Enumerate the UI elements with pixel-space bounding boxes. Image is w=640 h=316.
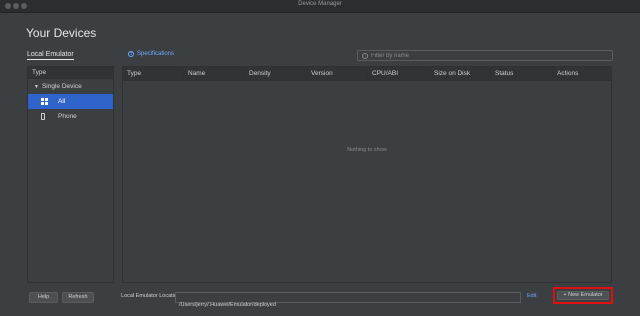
tree-group-label: Single Device xyxy=(41,83,82,90)
refresh-button[interactable]: Refresh xyxy=(62,292,94,303)
new-emulator-button[interactable]: + New Emulator xyxy=(557,291,609,300)
phone-icon xyxy=(41,113,45,120)
specifications-link[interactable]: ? Specifications xyxy=(128,51,175,58)
devices-table: Type Name Density Version CPU/ABI Size o… xyxy=(122,66,612,283)
filter-input[interactable] xyxy=(371,52,591,59)
chevron-down-icon[interactable]: ▼ xyxy=(34,80,39,95)
tab-local-emulator[interactable]: Local Emulator xyxy=(27,51,74,60)
sidebar-item-phone[interactable]: Phone xyxy=(28,109,113,124)
column-header-type[interactable]: Type xyxy=(123,67,184,80)
window-title: Device Manager xyxy=(298,1,342,7)
column-header-actions[interactable]: Actions xyxy=(553,67,611,80)
column-header-name[interactable]: Name xyxy=(184,67,245,80)
page-title: Your Devices xyxy=(26,26,97,40)
table-header: Type Name Density Version CPU/ABI Size o… xyxy=(123,67,611,81)
location-input[interactable] xyxy=(176,300,509,310)
location-label: Local Emulator Location: xyxy=(121,293,182,299)
search-icon xyxy=(362,52,368,59)
empty-table-message: Nothing to show xyxy=(347,147,387,153)
column-header-density[interactable]: Density xyxy=(245,67,307,80)
sidebar-header: Type xyxy=(28,67,113,79)
help-button[interactable]: Help xyxy=(29,292,58,303)
help-circle-icon: ? xyxy=(128,51,134,58)
column-header-cpu-abi[interactable]: CPU/ABI xyxy=(368,67,430,80)
grid-icon xyxy=(41,98,48,105)
filter-box[interactable] xyxy=(357,50,613,61)
tree-group-single-device[interactable]: ▼ Single Device xyxy=(28,79,113,94)
device-type-sidebar: Type ▼ Single Device All Phone xyxy=(27,66,114,283)
column-header-status[interactable]: Status xyxy=(491,67,553,80)
column-header-version[interactable]: Version xyxy=(307,67,368,80)
specifications-label: Specifications xyxy=(137,51,175,57)
location-field[interactable] xyxy=(175,292,521,310)
highlight-box: + New Emulator xyxy=(553,287,613,304)
edit-location-link[interactable]: Edit xyxy=(527,293,536,299)
sidebar-item-label: All xyxy=(58,98,66,105)
sidebar-item-all[interactable]: All xyxy=(28,94,113,109)
column-header-size-on-disk[interactable]: Size on Disk xyxy=(430,67,491,80)
sidebar-item-label: Phone xyxy=(58,113,77,120)
title-bar: Device Manager xyxy=(0,0,640,13)
